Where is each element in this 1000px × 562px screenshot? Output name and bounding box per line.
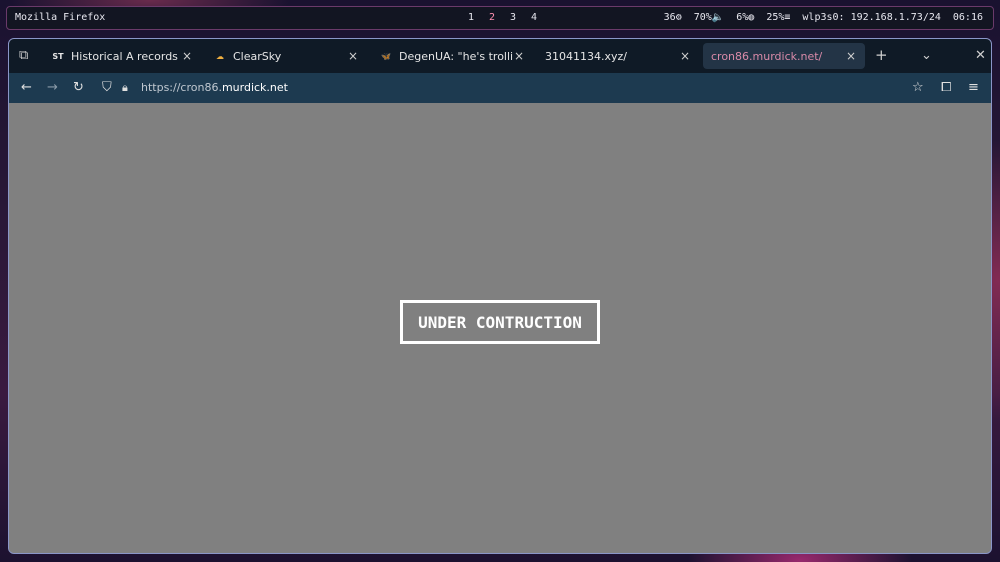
navigation-toolbar: ← → ↻ ⛉ 🔒︎ https://cron86.murdick.net ☆ … bbox=[9, 73, 991, 103]
close-icon[interactable]: × bbox=[679, 49, 691, 63]
reload-icon[interactable]: ↻ bbox=[73, 80, 84, 95]
cpu-value: 36 bbox=[663, 12, 676, 23]
firefox-window: ⧉ ST Historical A records for m × ☁ Clea… bbox=[8, 38, 992, 554]
url-prefix: https://cron86. bbox=[141, 81, 222, 94]
new-tab-plus-icon[interactable]: + bbox=[875, 46, 888, 64]
tab-label: DegenUA: "he's trolling. t bbox=[399, 49, 513, 63]
close-icon[interactable]: × bbox=[181, 49, 193, 63]
tab-label: cron86.murdick.net/ bbox=[711, 49, 823, 63]
close-icon[interactable]: × bbox=[845, 49, 857, 63]
tab-cron86[interactable]: cron86.murdick.net/ × bbox=[703, 43, 865, 69]
securitytrails-icon: ST bbox=[52, 51, 64, 61]
tab-label: ClearSky bbox=[233, 49, 282, 63]
clock: 06:16 bbox=[952, 12, 983, 23]
workspace-switcher: 1 2 3 4 bbox=[467, 12, 538, 23]
system-status-bar: Mozilla Firefox 1 2 3 4 36⚙ 70%🔈 6%◍ 25%… bbox=[6, 6, 994, 30]
close-window-icon[interactable]: ✕ bbox=[975, 48, 986, 63]
back-arrow-icon[interactable]: ← bbox=[21, 80, 32, 95]
forward-arrow-icon[interactable]: → bbox=[47, 80, 58, 95]
hamburger-menu-icon[interactable]: ≡ bbox=[968, 80, 979, 95]
memory-value: 25% bbox=[766, 12, 785, 23]
disk-icon: ◍ bbox=[748, 12, 755, 23]
workspace-1[interactable]: 1 bbox=[467, 12, 475, 23]
memory-icon: ≡ bbox=[784, 12, 791, 23]
lock-icon[interactable]: 🔒︎ bbox=[122, 81, 128, 95]
page-content: UNDER CONTRUCTION bbox=[9, 103, 991, 553]
tab-31041134[interactable]: 31041134.xyz/ × bbox=[537, 43, 699, 69]
network-indicator: wlp3s0: 192.168.1.73/24 bbox=[802, 12, 941, 23]
close-icon[interactable]: × bbox=[347, 49, 359, 63]
list-tabs-chevron-down-icon[interactable]: ⌄ bbox=[921, 48, 932, 63]
firefox-view-icon[interactable]: ⧉ bbox=[19, 48, 28, 63]
under-construction-banner: UNDER CONTRUCTION bbox=[400, 300, 600, 344]
tab-bar: ⧉ ST Historical A records for m × ☁ Clea… bbox=[9, 39, 991, 73]
bookmark-star-icon[interactable]: ☆ bbox=[912, 80, 924, 95]
extensions-puzzle-icon[interactable]: ⧠ bbox=[941, 80, 951, 95]
tab-label: 31041134.xyz/ bbox=[545, 49, 627, 63]
cpu-indicator: 36⚙ bbox=[664, 12, 682, 23]
clearsky-icon: ☁ bbox=[216, 51, 224, 61]
volume-value: 70% bbox=[693, 12, 712, 23]
volume-indicator[interactable]: 70%🔈 bbox=[694, 12, 725, 23]
memory-indicator: 25%≡ bbox=[766, 12, 790, 23]
focused-app-title: Mozilla Firefox bbox=[15, 12, 106, 23]
tab-label: Historical A records for m bbox=[71, 49, 181, 63]
shield-icon[interactable]: ⛉ bbox=[102, 80, 112, 95]
disk-indicator: 6%◍ bbox=[736, 12, 754, 23]
url-host: murdick.net bbox=[221, 81, 288, 94]
workspace-4[interactable]: 4 bbox=[530, 12, 538, 23]
workspace-3[interactable]: 3 bbox=[509, 12, 517, 23]
tab-degenua[interactable]: 🦋 DegenUA: "he's trolling. t × bbox=[371, 43, 533, 69]
status-indicators: 36⚙ 70%🔈 6%◍ 25%≡ wlp3s0: 192.168.1.73/2… bbox=[664, 12, 983, 23]
bluesky-butterfly-icon: 🦋 bbox=[381, 51, 391, 61]
disk-value: 6% bbox=[736, 12, 749, 23]
cpu-icon: ⚙ bbox=[675, 12, 682, 23]
workspace-2[interactable]: 2 bbox=[488, 12, 496, 23]
url-bar[interactable]: https://cron86.murdick.net bbox=[141, 81, 288, 94]
tab-clearsky[interactable]: ☁ ClearSky × bbox=[205, 43, 367, 69]
speaker-icon: 🔈 bbox=[711, 12, 725, 23]
close-icon[interactable]: × bbox=[513, 49, 525, 63]
tab-historical-a-records[interactable]: ST Historical A records for m × bbox=[43, 43, 201, 69]
